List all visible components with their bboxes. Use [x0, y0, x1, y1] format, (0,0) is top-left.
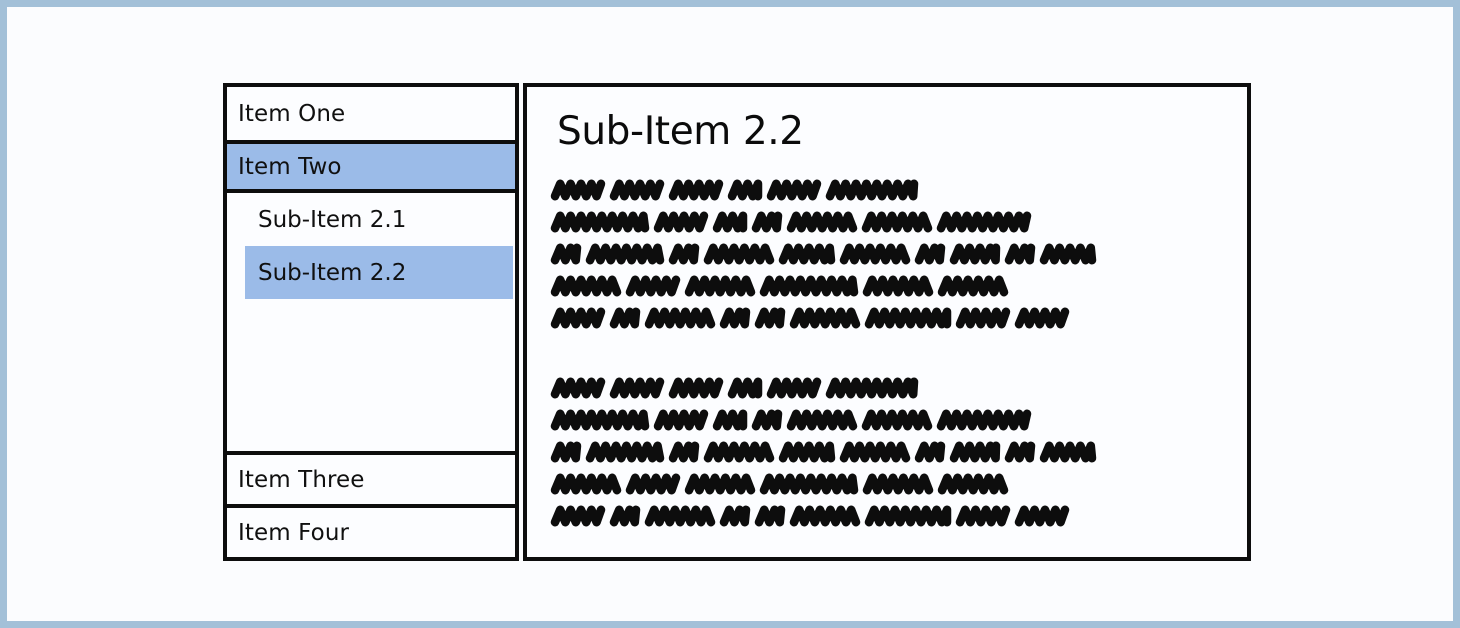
placeholder-text-line [550, 177, 1229, 203]
navigation-list: Item One Item Two Sub-Item 2.1 Sub-Item … [227, 87, 515, 557]
page-title: Sub-Item 2.2 [557, 109, 804, 154]
sidebar-item-item-two[interactable]: Item Two [227, 140, 515, 193]
wireframe-widget: Item One Item Two Sub-Item 2.1 Sub-Item … [223, 83, 1251, 561]
sidebar-subitem-wrap-2-1: Sub-Item 2.1 [227, 193, 515, 246]
placeholder-paragraph [550, 177, 1229, 331]
placeholder-paragraph [550, 375, 1229, 529]
content-body [550, 177, 1229, 529]
sidebar-item-label: Item Two [238, 153, 342, 180]
placeholder-text-line [550, 471, 1229, 497]
sidebar-item-sub-item-2-2[interactable]: Sub-Item 2.2 [245, 246, 513, 299]
sidebar-item-item-three[interactable]: Item Three [227, 451, 515, 504]
sidebar-subitem-wrap-2-2: Sub-Item 2.2 [227, 246, 515, 299]
sidebar-item-sub-item-2-1[interactable]: Sub-Item 2.1 [245, 193, 513, 246]
placeholder-text-line [550, 273, 1229, 299]
sidebar-item-label: Sub-Item 2.1 [258, 206, 407, 233]
content-panel: Sub-Item 2.2 [523, 83, 1251, 561]
sidebar-empty-space [227, 299, 515, 451]
placeholder-text-line [550, 407, 1229, 433]
placeholder-text-line [550, 503, 1229, 529]
placeholder-text-line [550, 241, 1229, 267]
sidebar-item-label: Sub-Item 2.2 [258, 259, 407, 286]
placeholder-text-line [550, 305, 1229, 331]
placeholder-text-line [550, 439, 1229, 465]
navigation-sidebar: Item One Item Two Sub-Item 2.1 Sub-Item … [223, 83, 519, 561]
sidebar-item-item-one[interactable]: Item One [227, 87, 515, 140]
sidebar-item-label: Item Four [238, 519, 350, 546]
placeholder-text-line [550, 209, 1229, 235]
sidebar-item-label: Item One [238, 100, 346, 127]
placeholder-text-line [550, 375, 1229, 401]
sidebar-item-label: Item Three [238, 466, 365, 493]
sidebar-item-item-four[interactable]: Item Four [227, 504, 515, 557]
page-frame: Item One Item Two Sub-Item 2.1 Sub-Item … [0, 0, 1460, 628]
